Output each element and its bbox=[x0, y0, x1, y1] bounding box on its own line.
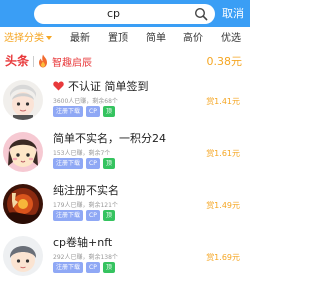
task-tags: 注册下载 CP 顶 bbox=[53, 262, 118, 273]
avatar bbox=[3, 236, 43, 276]
tag-top: 顶 bbox=[102, 262, 115, 273]
task-tags: 注册下载 CP 顶 bbox=[53, 158, 118, 169]
tag-register-download: 注册下载 bbox=[53, 106, 84, 117]
task-reward: 赏1.69元 bbox=[206, 253, 240, 262]
task-stats: 3600人已赚，剩余68个 bbox=[53, 98, 118, 105]
task-title: 简单不实名，一积分24 bbox=[53, 132, 166, 145]
task-tags: 注册下载 CP 顶 bbox=[53, 106, 118, 117]
filter-pinned[interactable]: 置顶 bbox=[108, 27, 128, 50]
tag-register-download: 注册下载 bbox=[53, 262, 84, 273]
filter-featured[interactable]: 优选 bbox=[221, 27, 241, 50]
filter-latest[interactable]: 最新 bbox=[70, 27, 90, 50]
filter-high-price[interactable]: 高价 bbox=[183, 27, 203, 50]
tag-top: 顶 bbox=[102, 210, 115, 221]
task-reward: 赏1.41元 bbox=[206, 97, 240, 106]
tag-register-download: 注册下载 bbox=[53, 158, 84, 169]
search-icon[interactable] bbox=[194, 7, 208, 21]
task-title-text: 不认证 简单签到 bbox=[68, 80, 149, 93]
tag-cp: CP bbox=[86, 106, 100, 117]
avatar bbox=[3, 80, 43, 120]
task-title: cp卷轴+nft bbox=[53, 236, 113, 249]
filter-category[interactable]: 选择分类 bbox=[4, 27, 52, 50]
task-title: 不认证 简单签到 bbox=[53, 78, 149, 94]
tag-cp: CP bbox=[86, 262, 100, 273]
task-reward: 赏1.49元 bbox=[206, 201, 240, 210]
task-reward: 赏1.61元 bbox=[206, 149, 240, 158]
task-stats: 292人已赚，剩余138个 bbox=[53, 254, 118, 261]
headline-price: 0.38元 bbox=[206, 55, 243, 68]
tag-cp: CP bbox=[86, 210, 100, 221]
headline-title: 智趣启辰 bbox=[52, 58, 92, 69]
task-title: 纯注册不实名 bbox=[53, 184, 119, 197]
task-list-item[interactable]: 不认证 简单签到 3600人已赚，剩余68个 注册下载 CP 顶 赏1.41元 bbox=[0, 74, 250, 126]
fire-icon bbox=[39, 54, 47, 68]
task-list-item[interactable]: 简单不实名，一积分24 153人已赚，剩余7个 注册下载 CP 顶 赏1.61元 bbox=[0, 126, 250, 178]
tag-cp: CP bbox=[86, 158, 100, 169]
divider bbox=[33, 56, 34, 67]
headline-tag: 头条 bbox=[5, 54, 30, 68]
task-stats: 153人已赚，剩余7个 bbox=[53, 150, 111, 157]
task-list-item[interactable]: cp卷轴+nft 292人已赚，剩余138个 注册下载 CP 顶 赏1.69元 bbox=[0, 230, 250, 282]
tag-top: 顶 bbox=[102, 158, 115, 169]
filter-bar: 选择分类 最新 置顶 简单 高价 优选 bbox=[0, 27, 250, 50]
task-list-item[interactable]: 纯注册不实名 179人已赚，剩余121个 注册下载 CP 顶 赏1.49元 bbox=[0, 178, 250, 230]
tag-top: 顶 bbox=[102, 106, 115, 117]
avatar bbox=[3, 184, 43, 224]
cancel-button[interactable]: 取消 bbox=[222, 4, 244, 24]
heart-icon bbox=[53, 81, 64, 91]
task-stats: 179人已赚，剩余121个 bbox=[53, 202, 118, 209]
headline-banner[interactable]: 头条 智趣启辰 0.38元 bbox=[0, 50, 250, 72]
tag-register-download: 注册下载 bbox=[53, 210, 84, 221]
avatar bbox=[3, 132, 43, 172]
caret-down-icon bbox=[46, 36, 52, 40]
search-value: cp bbox=[106, 7, 121, 20]
top-bar: cp 取消 bbox=[0, 0, 250, 27]
task-tags: 注册下载 CP 顶 bbox=[53, 210, 118, 221]
search-input[interactable]: cp bbox=[34, 4, 215, 24]
filter-category-label: 选择分类 bbox=[4, 33, 44, 44]
filter-simple[interactable]: 简单 bbox=[146, 27, 166, 50]
